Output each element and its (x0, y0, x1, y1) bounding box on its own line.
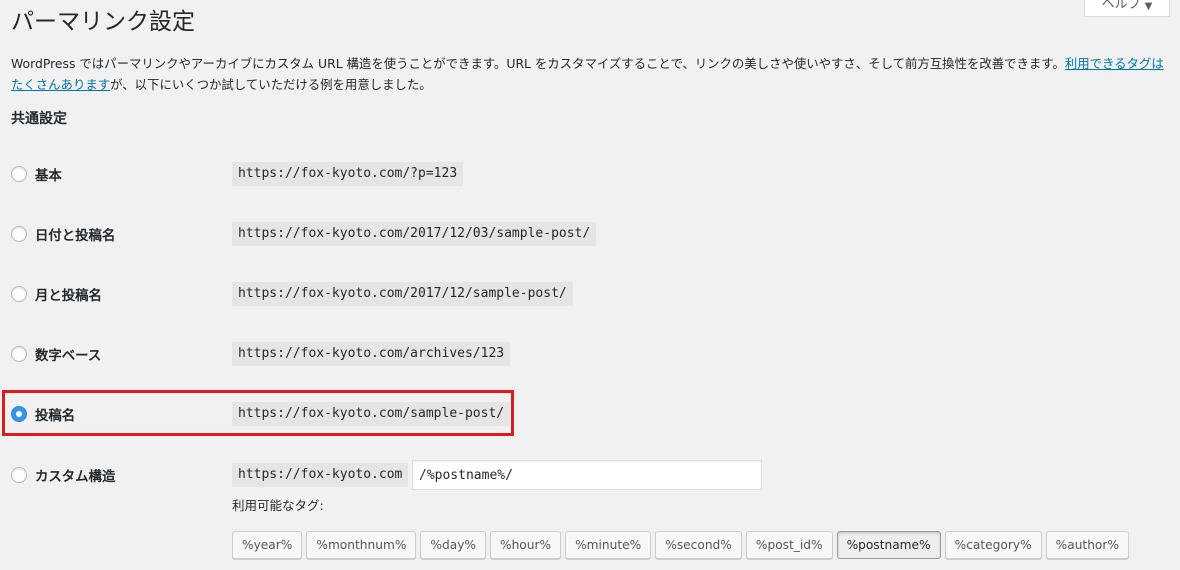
help-tab-button[interactable]: ヘルプ ▼ (1084, 0, 1170, 17)
intro-text-after: が、以下にいくつか試していただける例を用意しました。 (110, 77, 432, 92)
page-title: パーマリンク設定 (11, 9, 195, 35)
option-numeric-label: 数字ベース (35, 349, 102, 364)
option-post-name[interactable]: 投稿名 (11, 402, 75, 426)
option-plain-label: 基本 (35, 169, 62, 184)
option-plain[interactable]: 基本 (11, 162, 62, 186)
tag-button-postname[interactable]: %postname% (836, 531, 941, 559)
radio-numeric[interactable] (11, 346, 27, 362)
tag-button-year[interactable]: %year% (232, 531, 303, 559)
section-title: 共通設定 (11, 111, 67, 127)
option-day-and-name-label: 日付と投稿名 (35, 229, 116, 244)
tag-button-hour[interactable]: %hour% (490, 531, 562, 559)
tag-button-category[interactable]: %category% (944, 531, 1042, 559)
radio-plain[interactable] (11, 166, 27, 182)
option-custom-structure[interactable]: カスタム構造 (11, 463, 115, 487)
option-post-name-label: 投稿名 (35, 409, 76, 424)
radio-custom-structure[interactable] (11, 467, 27, 483)
help-tab-label: ヘルプ (1101, 0, 1141, 12)
example-url-post-name: https://fox-kyoto.com/sample-post/ (232, 402, 511, 426)
intro-text-before: WordPress ではパーマリンクやアーカイブにカスタム URL 構造を使うこ… (11, 56, 1065, 71)
option-day-and-name[interactable]: 日付と投稿名 (11, 222, 115, 246)
tag-button-day[interactable]: %day% (420, 531, 486, 559)
available-tags-buttons: %year% %monthnum% %day% %hour% %minute% … (232, 531, 1129, 559)
option-custom-structure-label: カスタム構造 (35, 470, 116, 485)
option-month-and-name-label: 月と投稿名 (35, 289, 102, 304)
example-url-numeric: https://fox-kyoto.com/archives/123 (232, 342, 511, 366)
intro-paragraph: WordPress ではパーマリンクやアーカイブにカスタム URL 構造を使うこ… (11, 53, 1167, 95)
tag-button-post-id[interactable]: %post_id% (745, 531, 833, 559)
radio-post-name[interactable] (11, 406, 27, 422)
option-month-and-name[interactable]: 月と投稿名 (11, 282, 102, 306)
radio-month-and-name[interactable] (11, 286, 27, 302)
available-tags-label: 利用可能なタグ: (232, 498, 324, 513)
custom-structure-input[interactable] (412, 460, 762, 490)
custom-structure-base-url: https://fox-kyoto.com (232, 463, 409, 487)
example-url-day-and-name: https://fox-kyoto.com/2017/12/03/sample-… (232, 222, 597, 246)
tag-button-monthnum[interactable]: %monthnum% (306, 531, 417, 559)
option-numeric[interactable]: 数字ベース (11, 342, 101, 366)
tag-button-minute[interactable]: %minute% (565, 531, 652, 559)
radio-day-and-name[interactable] (11, 226, 27, 242)
tag-button-author[interactable]: %author% (1045, 531, 1129, 559)
tag-button-second[interactable]: %second% (655, 531, 742, 559)
example-url-plain: https://fox-kyoto.com/?p=123 (232, 162, 464, 186)
caret-down-icon: ▼ (1144, 1, 1153, 12)
example-url-month-and-name: https://fox-kyoto.com/2017/12/sample-pos… (232, 282, 573, 306)
